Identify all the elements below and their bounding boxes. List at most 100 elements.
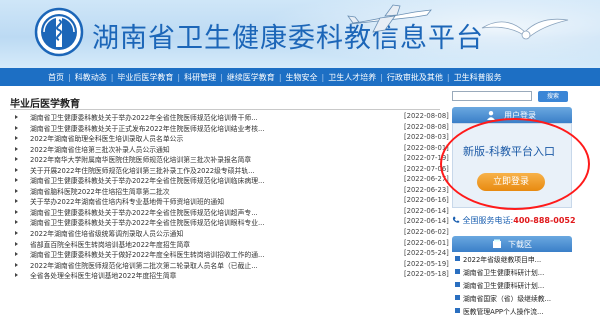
download-link[interactable]: 医教管理APP个人操作流... — [463, 306, 544, 316]
bullet-icon — [15, 178, 18, 183]
phone-number: 400-888-0052 — [513, 216, 576, 225]
list-item: 湖南省卫生健康科研计划... — [452, 279, 572, 292]
news-date: [2022-06-02] — [404, 228, 449, 237]
bullet-icon — [15, 115, 18, 119]
service-phone: 全国服务电话:400-888-0052 — [452, 215, 576, 226]
news-title-link[interactable]: 湖南省脑科医院2022年住培招生简章第二批次 — [30, 186, 290, 196]
nav-item-talent[interactable]: 卫生人才培养 — [324, 72, 380, 83]
section-divider — [10, 109, 440, 110]
download-icon — [493, 239, 501, 248]
news-title-link[interactable]: 全省各处理全科医生培训基地2022年度招生简章 — [30, 270, 290, 280]
nav-item-home[interactable]: 首页 — [44, 72, 68, 83]
list-item: 湖南省卫生健康委科教处关于举办2022年全省住院医师规范化培训临床病理... [… — [12, 175, 449, 186]
news-title-link[interactable]: 2022年湖南省助理全科医生培训录取人员名单公示 — [30, 133, 290, 143]
news-date: [2022-05-18] — [404, 270, 449, 279]
download-panel-header: 下载区 — [452, 236, 572, 252]
nav-item-research[interactable]: 科研管理 — [180, 72, 220, 83]
download-link[interactable]: 湖南省卫生健康科研计划... — [463, 280, 544, 290]
square-bullet-icon — [455, 295, 460, 300]
download-list: 2022年省级继教项目申... 湖南省卫生健康科研计划... 湖南省卫生健康科研… — [452, 253, 572, 318]
nav-items: 首页 | 科教动态 | 毕业后医学教育 | 科研管理 | 继续医学教育 | 生物… — [44, 68, 506, 86]
list-item: 2022年湖南省助理全科医生培训录取人员名单公示 [2022-08-03] — [12, 133, 449, 144]
news-title-link[interactable]: 关于开展2022年住院医师规范化培训第三批补录工作及2022级专硕并轨... — [30, 165, 290, 175]
bullet-icon — [15, 273, 18, 278]
news-title-link[interactable]: 湖南省卫生健康委科教处关于举办2022年全省住院医师规范化培训眼科专业... — [30, 217, 290, 227]
news-title-link[interactable]: 关于举办2022年湖南省住培内科专业基地骨干师资培训班的通知 — [30, 196, 290, 206]
news-title-link[interactable]: 2022年湖南省住院医师规范化培训第二批次第二轮录取人员名单（已截止... — [30, 260, 290, 270]
bullet-icon — [15, 136, 18, 141]
download-link[interactable]: 湖南省卫生健康科研计划... — [463, 267, 544, 277]
bullet-icon — [15, 209, 18, 214]
bullet-icon — [15, 157, 18, 162]
download-header-label: 下载区 — [508, 240, 532, 249]
list-item: 湖南省国家（省）级继续教... — [452, 292, 572, 305]
download-link[interactable]: 2022年省级继教项目申... — [463, 254, 541, 264]
highlight-oval — [440, 118, 590, 210]
search-button[interactable]: 搜索 — [538, 91, 568, 102]
list-item: 2022年南华大学附属南华医院住院医师规范化培训第三批次补录报名简章 [2022… — [12, 154, 449, 165]
bullet-icon — [15, 262, 18, 267]
search-input[interactable] — [452, 91, 532, 101]
list-item: 2022年湖南省住院医师规范化培训第二批次第二轮录取人员名单（已截止... [2… — [12, 260, 449, 271]
news-title-link[interactable]: 湖南省卫生健康委科教处关于做好2022年度全科医生转岗培训招收工作的通... — [30, 249, 290, 259]
news-date: [2022-06-16] — [404, 196, 449, 205]
news-title-link[interactable]: 湖南省卫生健康委科教处关于举办2022年全省住院医师规范化培训临床病理... — [30, 175, 290, 185]
list-item: 全省各处理全科医生培训基地2022年度招生简章 [2022-05-18] — [12, 270, 449, 281]
news-title-link[interactable]: 2022年湖南省住培省级统筹调剂录取人员公示通知 — [30, 228, 290, 238]
square-bullet-icon — [455, 269, 460, 274]
list-item: 湖南省卫生健康委科教处关于正式发布2022年住院医师规范化培训结业考核... [… — [12, 123, 449, 134]
news-date: [2022-06-14] — [404, 217, 449, 226]
bullet-icon — [15, 199, 18, 204]
bullet-icon — [15, 188, 18, 193]
seagull-icon — [481, 18, 569, 40]
square-bullet-icon — [455, 256, 460, 261]
section-title: 毕业后医学教育 — [10, 99, 80, 110]
user-icon — [487, 111, 495, 120]
header-banner: 湖南省卫生健康委科教信息平台 — [0, 0, 600, 68]
news-date: [2022-08-08] — [404, 122, 449, 131]
main-nav: 首页 | 科教动态 | 毕业后医学教育 | 科研管理 | 继续医学教育 | 生物… — [0, 68, 600, 86]
news-date: [2022-05-19] — [404, 259, 449, 268]
download-link[interactable]: 湖南省国家（省）级继续教... — [463, 293, 551, 303]
bullet-icon — [15, 241, 18, 246]
nav-item-science[interactable]: 卫生科普服务 — [450, 72, 506, 83]
nav-item-graduate-education[interactable]: 毕业后医学教育 — [113, 72, 177, 83]
news-title-link[interactable]: 省部直百院全科医生转岗培训基地2022年度招生简章 — [30, 239, 290, 249]
list-item: 关于举办2022年湖南省住培内科专业基地骨干师资培训班的通知 [2022-06-… — [12, 196, 449, 207]
list-item: 湖南省卫生健康委科教处关于举办2022年全省住院医师规范化培训超声专... [2… — [12, 207, 449, 218]
bullet-icon — [15, 231, 18, 236]
news-date: [2022-08-08] — [404, 112, 449, 120]
bullet-icon — [15, 252, 18, 257]
news-title-link[interactable]: 2022年南华大学附属南华医院住院医师规范化培训第三批次补录报名简章 — [30, 154, 290, 164]
list-item: 湖南省脑科医院2022年住培招生简章第二批次 [2022-06-23] — [12, 186, 449, 197]
list-item: 湖南省卫生健康委科教处关于做好2022年度全科医生转岗培训招收工作的通... [… — [12, 249, 449, 260]
health-commission-logo-icon — [34, 7, 84, 57]
news-title-link[interactable]: 湖南省卫生健康委科教处关于举办2022年全省住院医师规范化培训超声专... — [30, 207, 290, 217]
bullet-icon — [15, 125, 18, 130]
news-title-link[interactable]: 2022年湖南省住培第三批次补录人员公示通知 — [30, 144, 290, 154]
news-title-link[interactable]: 湖南省卫生健康委科教处关于举办2022年全省住院医师规范化培训骨干师... — [30, 112, 290, 122]
bullet-icon — [15, 146, 18, 151]
nav-item-continuing-education[interactable]: 继续医学教育 — [223, 72, 279, 83]
list-item: 医教管理APP个人操作流... — [452, 305, 572, 318]
news-list: 湖南省卫生健康委科教处关于举办2022年全省住院医师规范化培训骨干师... [2… — [12, 112, 449, 281]
list-item: 2022年省级继教项目申... — [452, 253, 572, 266]
list-item: 2022年湖南省住培省级统筹调剂录取人员公示通知 [2022-06-02] — [12, 228, 449, 239]
news-title-link[interactable]: 湖南省卫生健康委科教处关于正式发布2022年住院医师规范化培训结业考核... — [30, 123, 290, 133]
list-item: 湖南省卫生健康科研计划... — [452, 266, 572, 279]
airplane-icon — [347, 4, 432, 33]
nav-item-news[interactable]: 科教动态 — [71, 72, 111, 83]
news-date: [2022-08-03] — [404, 133, 449, 142]
list-item: 关于开展2022年住院医师规范化培训第三批补录工作及2022级专硕并轨... [… — [12, 165, 449, 176]
list-item: 湖南省卫生健康委科教处关于举办2022年全省住院医师规范化培训骨干师... [2… — [12, 112, 449, 123]
nav-item-biosafety[interactable]: 生物安全 — [282, 72, 322, 83]
square-bullet-icon — [455, 308, 460, 313]
phone-icon — [452, 216, 460, 223]
list-item: 2022年湖南省住培第三批次补录人员公示通知 [2022-08-01] — [12, 144, 449, 155]
nav-item-admin[interactable]: 行政审批及其他 — [383, 72, 447, 83]
square-bullet-icon — [455, 282, 460, 287]
bullet-icon — [15, 167, 18, 172]
list-item: 省部直百院全科医生转岗培训基地2022年度招生简章 [2022-06-01] — [12, 239, 449, 250]
news-date: [2022-05-24] — [404, 249, 449, 258]
bullet-icon — [15, 220, 18, 225]
